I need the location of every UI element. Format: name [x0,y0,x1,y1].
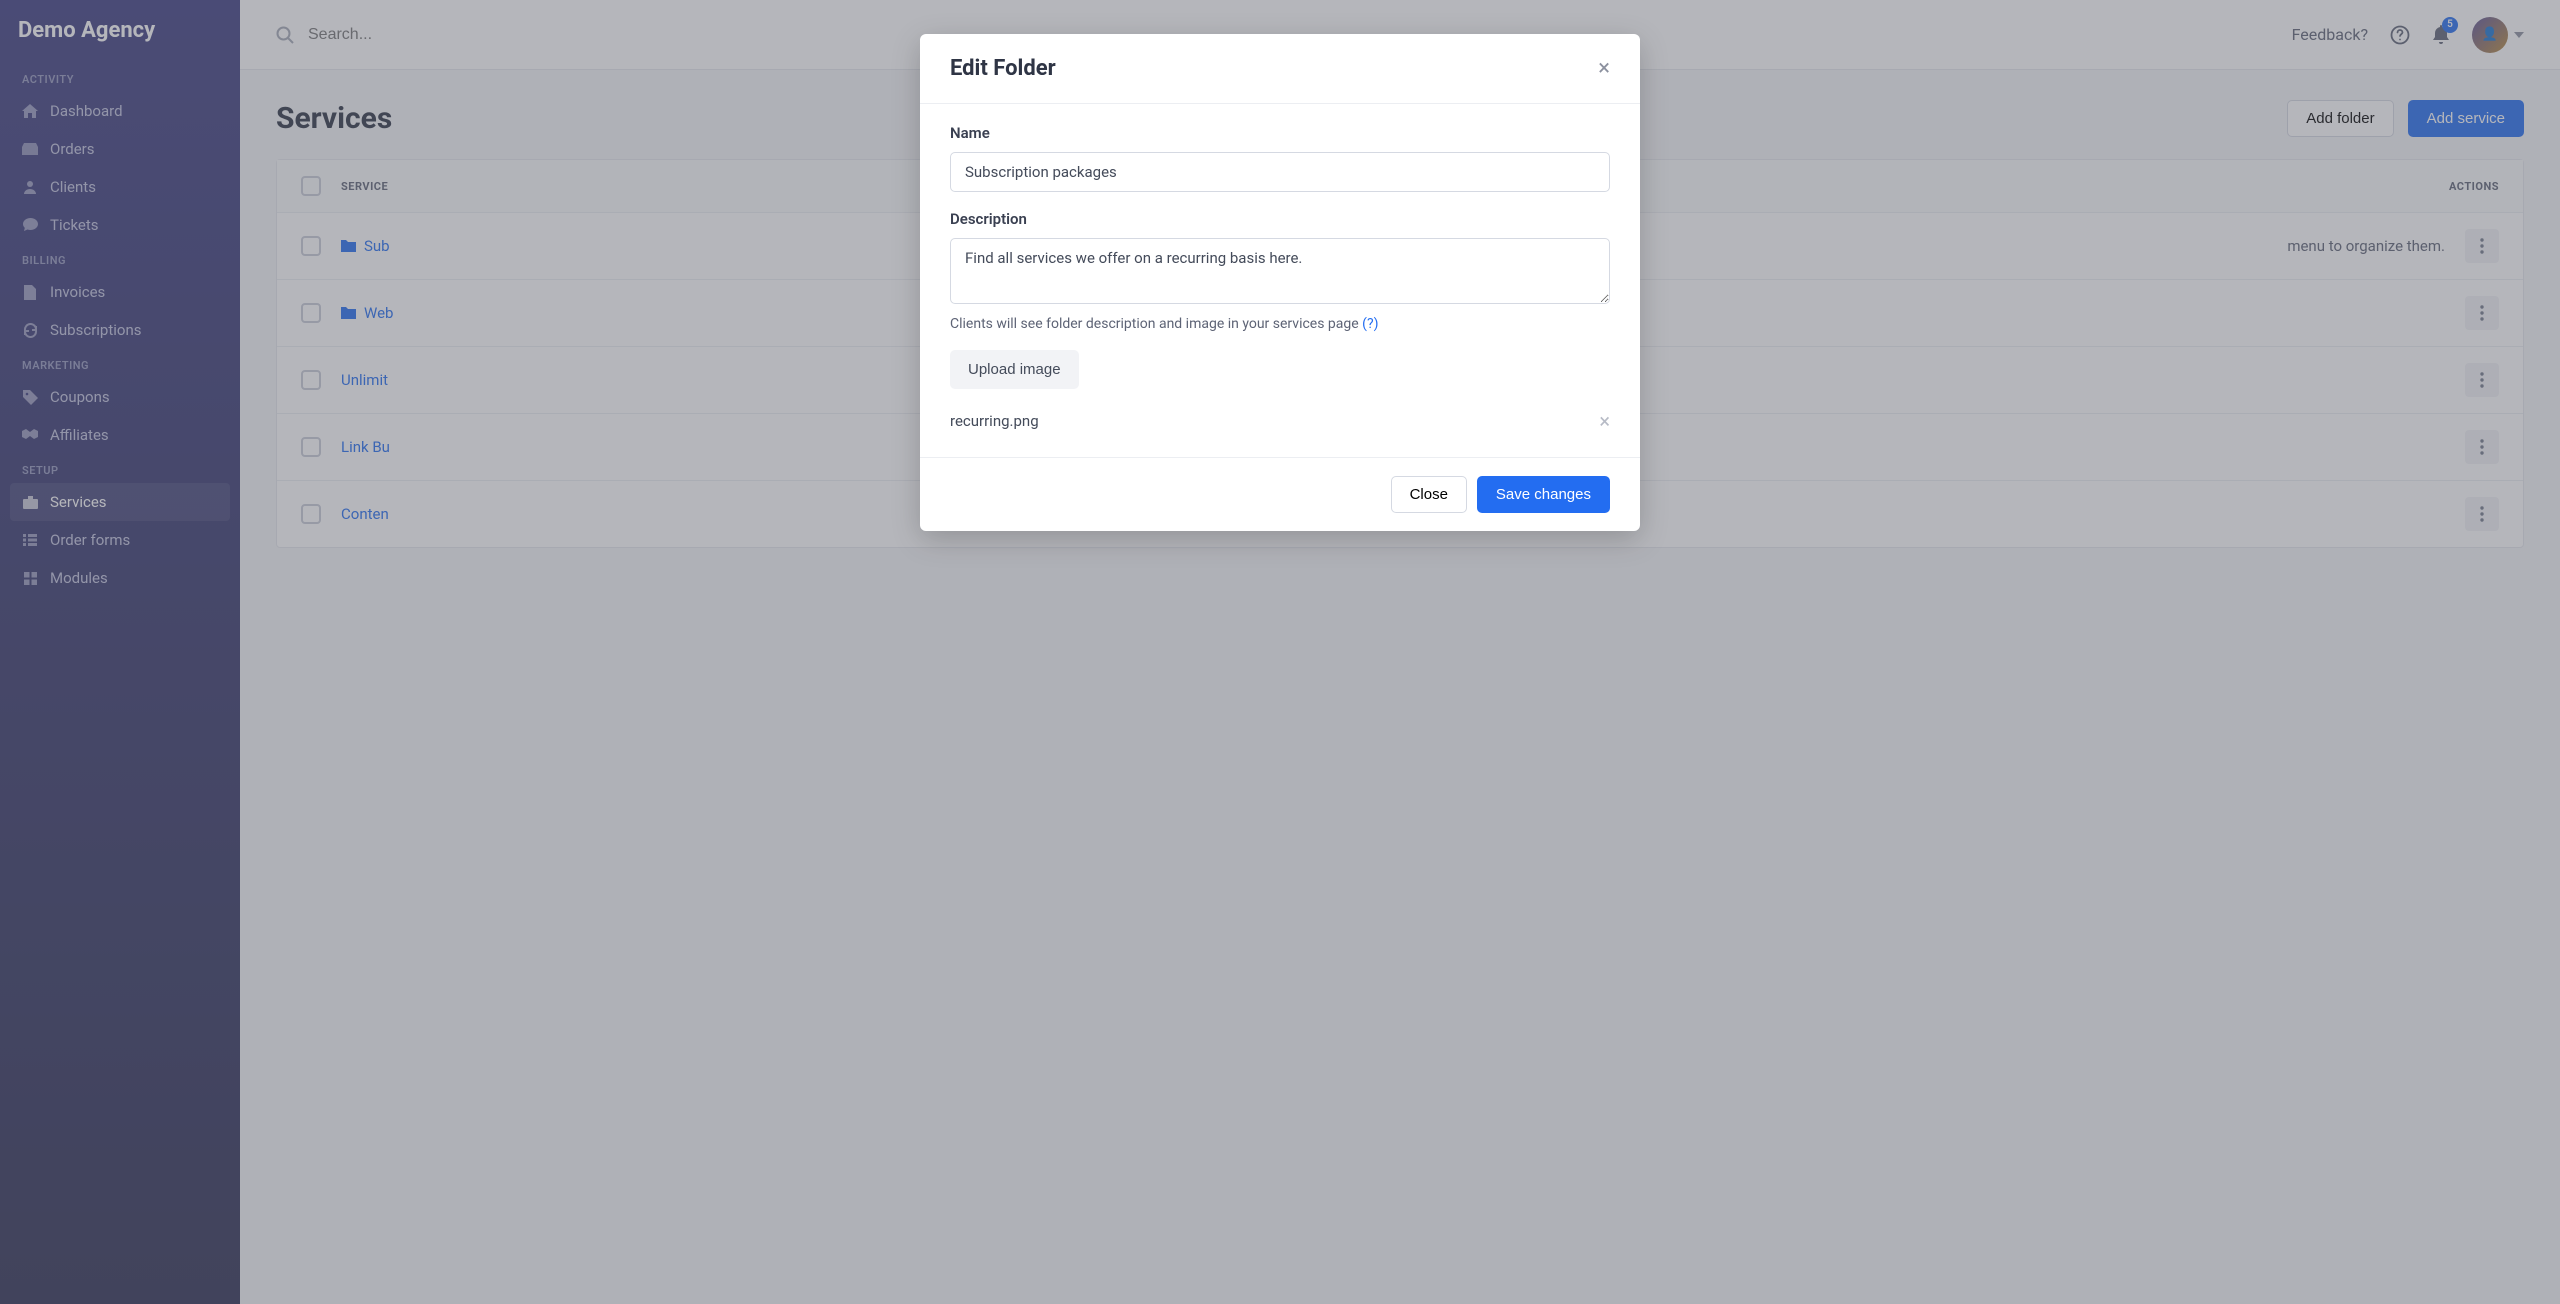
name-label: Name [950,124,1610,142]
edit-folder-modal: Edit Folder × Name Description Find all … [920,34,1640,531]
remove-file-icon[interactable]: × [1599,409,1610,433]
upload-image-button[interactable]: Upload image [950,350,1079,389]
close-button[interactable]: Close [1391,476,1467,513]
modal-body: Name Description Find all services we of… [920,104,1640,457]
description-label: Description [950,210,1610,228]
helper-text: Clients will see folder description and … [950,316,1610,332]
folder-description-input[interactable]: Find all services we offer on a recurrin… [950,238,1610,304]
folder-name-input[interactable] [950,152,1610,192]
modal-title: Edit Folder [950,56,1056,81]
helper-link[interactable]: (?) [1362,316,1378,332]
save-changes-button[interactable]: Save changes [1477,476,1610,513]
uploaded-filename: recurring.png [950,412,1039,430]
uploaded-file-row: recurring.png × [950,409,1610,433]
helper-text-content: Clients will see folder description and … [950,316,1362,332]
modal-header: Edit Folder × [920,34,1640,104]
modal-footer: Close Save changes [920,457,1640,531]
close-icon[interactable]: × [1598,56,1610,81]
